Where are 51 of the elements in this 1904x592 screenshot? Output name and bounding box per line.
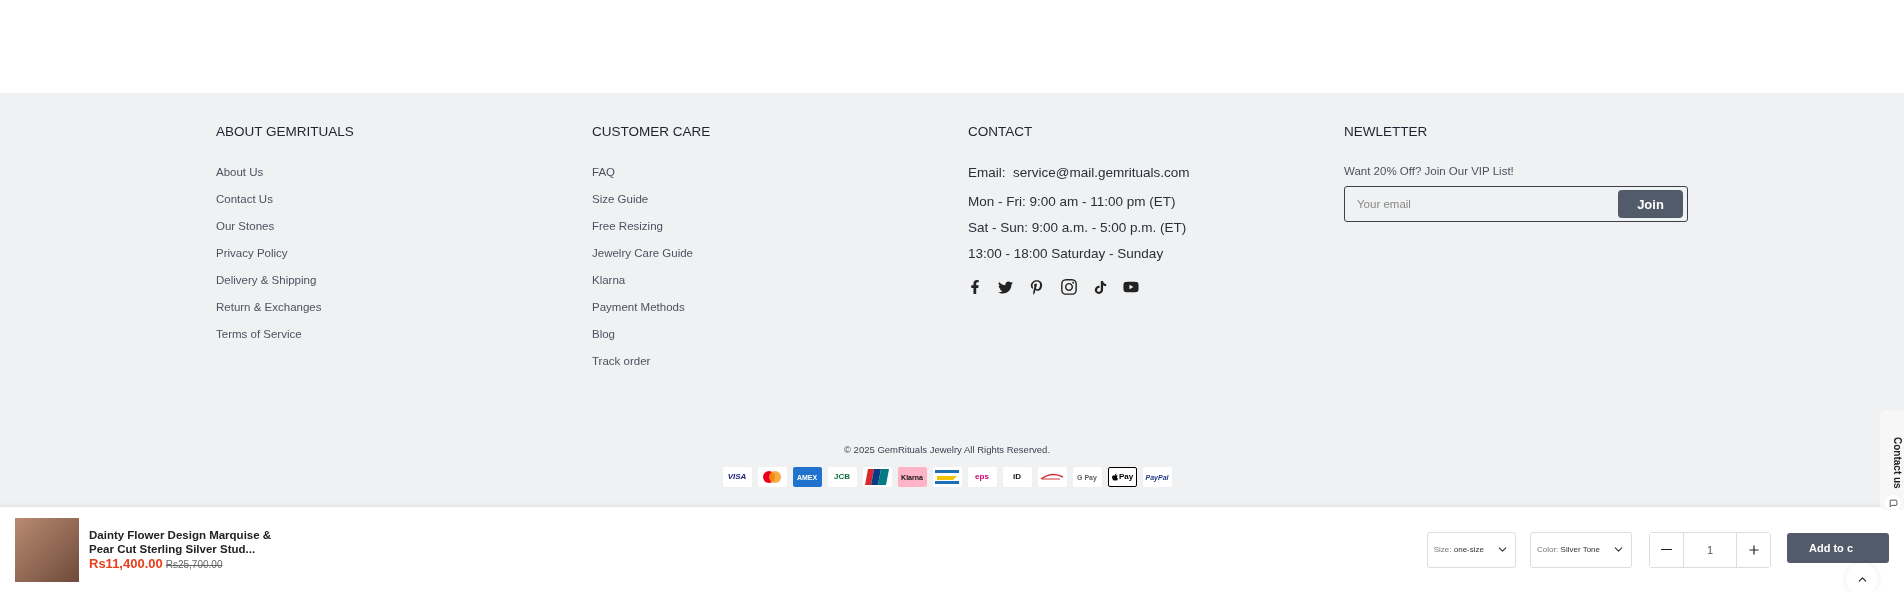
twitter-icon[interactable] [998,279,1013,295]
footer-link[interactable]: Payment Methods [592,300,685,314]
minus-icon [1661,548,1672,551]
footer-link[interactable]: FAQ [592,165,615,179]
youtube-icon[interactable] [1123,279,1139,295]
facebook-icon[interactable] [968,280,982,294]
instagram-icon[interactable] [1060,278,1078,296]
bancontact-logo [932,467,962,487]
sale-price: Rs11,400.00 [89,556,163,571]
copyright-text: © 2025 GemRituals Jewelry All Rights Reserved. [843,444,1051,455]
pinterest-icon[interactable] [1029,279,1044,295]
footer-link[interactable]: Track order [592,354,651,368]
newsletter-text: Want 20% Off? Join Our VIP List! [1344,165,1514,177]
payment-logo: eps [967,467,997,487]
column-heading: CUSTOMER CARE [592,124,711,139]
column-heading: ABOUT GEMRITUALS [216,124,354,139]
payment-logo: VISA [722,467,752,487]
original-price: Rs25,700.00 [165,559,223,570]
footer-link[interactable]: Contact Us [216,192,273,206]
footer-link[interactable]: Free Resizing [592,219,663,233]
footer-link[interactable]: Jewelry Care Guide [592,246,693,260]
tiktok-icon[interactable] [1094,280,1107,294]
add-to-cart-button[interactable]: Add to c [1787,532,1889,563]
footer-link[interactable]: Delivery & Shipping [216,273,317,287]
option-select[interactable]: Color: Silver Tone [1530,531,1632,568]
footer-link[interactable]: Terms of Service [216,327,302,341]
contact-tab[interactable]: Contact us [1880,410,1904,510]
footer-link[interactable]: Blog [592,327,616,341]
opening-hours: 13:00 - 18:00 Saturday - Sunday [968,246,1164,261]
payment-logo: JCB [827,467,857,487]
payment-logo: iD [1002,467,1032,487]
photo-placeholder [15,517,79,582]
plus-icon [1746,542,1761,557]
product-title: Dainty Flower Design Marquise & Pear Cut Sterling Silver Stud... [89,528,273,556]
footer-link[interactable]: Our Stones [216,219,275,233]
footer-link[interactable]: Privacy Policy [216,246,288,260]
footer-link[interactable]: About Us [216,165,264,179]
join-button[interactable]: Join [1618,190,1683,218]
opening-hours: Mon - Fri: 9:00 am - 11:00 pm (ET) [968,194,1176,209]
opening-hours: Sat - Sun: 9:00 a.m. - 5:00 p.m. (ET) [968,220,1187,235]
mastercard-logo [757,467,787,487]
option-select[interactable]: Size: one-size [1426,531,1516,568]
payment-logo: Pay [1107,467,1137,487]
email-field[interactable]: Your email Join [1344,186,1688,222]
column-heading: NEWLETTER [1344,124,1428,139]
column-heading: CONTACT [968,124,1033,139]
footer-link[interactable]: Size Guide [592,192,649,206]
footer-link[interactable]: Klarna [592,273,626,287]
footer-link[interactable]: Return & Exchanges [216,300,322,314]
unionpay-logo [862,467,892,487]
contact-email: Email: service@mail.gemrituals.com [968,165,1190,180]
